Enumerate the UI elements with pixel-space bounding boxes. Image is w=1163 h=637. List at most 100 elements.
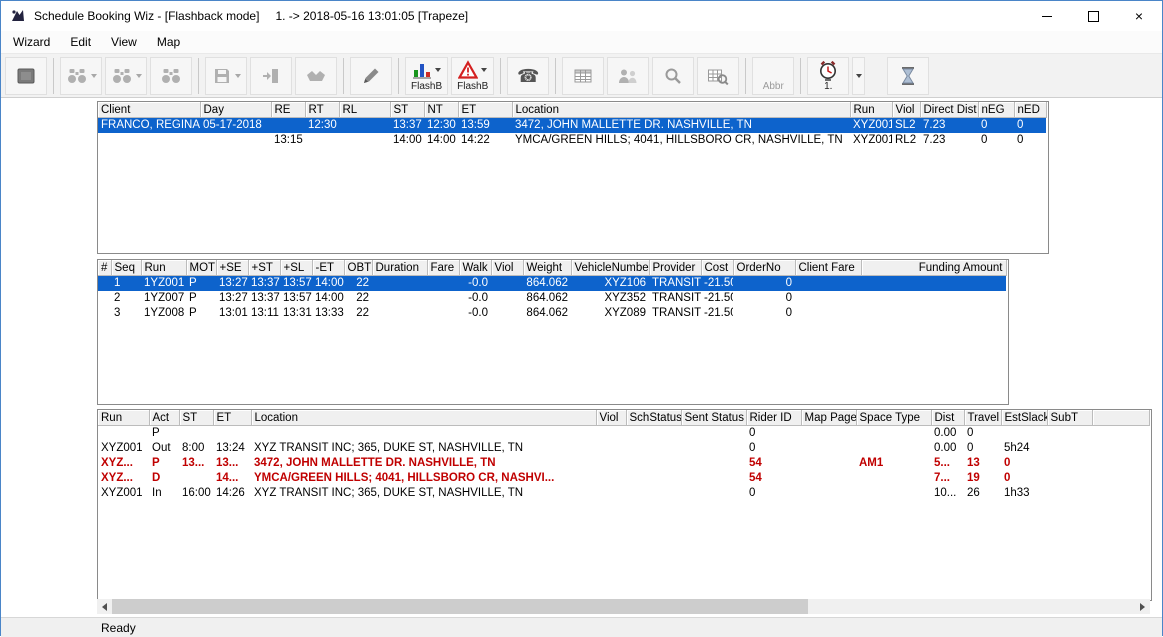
table-cell: 1YZ001 bbox=[141, 276, 186, 292]
zoom-button[interactable] bbox=[652, 57, 694, 95]
table-cell: 2 bbox=[111, 291, 141, 306]
column-header-vehiclenumber[interactable]: VehicleNumber bbox=[571, 260, 649, 276]
edit-button[interactable] bbox=[350, 57, 392, 95]
column-header-viol[interactable]: Viol bbox=[596, 410, 626, 426]
column-header-location[interactable]: Location bbox=[251, 410, 596, 426]
column-header-duration[interactable]: Duration bbox=[372, 260, 427, 276]
save-button[interactable] bbox=[205, 57, 247, 95]
menu-map[interactable]: Map bbox=[147, 32, 190, 52]
wizard-page-button[interactable] bbox=[5, 57, 47, 95]
phone-button[interactable]: ☎ bbox=[507, 57, 549, 95]
column-header-weight[interactable]: Weight bbox=[523, 260, 571, 276]
column-header-st[interactable]: ST bbox=[390, 102, 424, 118]
column-header-travel[interactable]: Travel bbox=[964, 410, 1001, 426]
column-header-mot[interactable]: MOT bbox=[186, 260, 216, 276]
riders-button[interactable] bbox=[607, 57, 649, 95]
schedule-grid-button[interactable] bbox=[562, 57, 604, 95]
column-header--et[interactable]: -ET bbox=[312, 260, 344, 276]
column-header-sent-status[interactable]: Sent Status bbox=[681, 410, 746, 426]
column-header-location[interactable]: Location bbox=[512, 102, 850, 118]
column-header-nt[interactable]: NT bbox=[424, 102, 458, 118]
column-header-run[interactable]: Run bbox=[141, 260, 186, 276]
titlebar[interactable]: Schedule Booking Wiz - [Flashback mode] … bbox=[1, 1, 1162, 31]
table-row[interactable]: FRANCO, REGINA05-17-201812:3013:3712:301… bbox=[98, 118, 1046, 134]
column-header-run[interactable]: Run bbox=[98, 410, 149, 426]
find-client-button[interactable] bbox=[60, 57, 102, 95]
find-booking-button[interactable] bbox=[105, 57, 147, 95]
column-header-cost[interactable]: Cost bbox=[701, 260, 733, 276]
column-header-walk[interactable]: Walk bbox=[459, 260, 491, 276]
column-header-et[interactable]: ET bbox=[213, 410, 251, 426]
column-header-rider-id[interactable]: Rider ID bbox=[746, 410, 801, 426]
column-header-neg[interactable]: nEG bbox=[978, 102, 1014, 118]
confirm-button[interactable] bbox=[295, 57, 337, 95]
scroll-right-button[interactable] bbox=[1135, 599, 1150, 614]
table-row[interactable]: P00.000 bbox=[98, 426, 1149, 442]
scrollbar-track[interactable] bbox=[112, 599, 1135, 614]
exit-button[interactable] bbox=[250, 57, 292, 95]
column-header-re[interactable]: RE bbox=[271, 102, 305, 118]
column-header-client-fare[interactable]: Client Fare bbox=[795, 260, 861, 276]
scrollbar-thumb[interactable] bbox=[112, 599, 808, 614]
table-row[interactable]: XYZ...P13...13...3472, JOHN MALLETTE DR.… bbox=[98, 456, 1149, 471]
column-header-st[interactable]: ST bbox=[179, 410, 213, 426]
column-header-rt[interactable]: RT bbox=[305, 102, 339, 118]
flashback-time-dropdown[interactable] bbox=[852, 57, 865, 95]
table-cell: 0 bbox=[1001, 456, 1047, 471]
column-header--se[interactable]: +SE bbox=[216, 260, 248, 276]
column-header-provider[interactable]: Provider bbox=[649, 260, 701, 276]
table-cell: 3 bbox=[111, 306, 141, 321]
column-header-ned[interactable]: nED bbox=[1014, 102, 1046, 118]
column-header-run[interactable]: Run bbox=[850, 102, 892, 118]
table-cell bbox=[1092, 426, 1149, 442]
abbr-button[interactable]: Abbr bbox=[752, 57, 794, 95]
maximize-button[interactable] bbox=[1070, 1, 1116, 31]
flashback-violations-button[interactable]: FlashB bbox=[451, 57, 494, 95]
column-header-space-type[interactable]: Space Type bbox=[856, 410, 931, 426]
table-row[interactable]: 11YZ001P13:2713:3713:5714:0022-0.0864.06… bbox=[98, 276, 1006, 292]
flashback-time-button[interactable]: 1. bbox=[807, 57, 849, 95]
column-header-obt[interactable]: OBT bbox=[344, 260, 372, 276]
column-header-rl[interactable]: RL bbox=[339, 102, 390, 118]
column-header--[interactable]: # bbox=[98, 260, 111, 276]
column-header-day[interactable]: Day bbox=[200, 102, 271, 118]
column-header-client[interactable]: Client bbox=[98, 102, 200, 118]
map-grid-button[interactable] bbox=[697, 57, 739, 95]
table-row[interactable]: 13:1514:0014:0014:22YMCA/GREEN HILLS; 40… bbox=[98, 133, 1046, 148]
column-header-orderno[interactable]: OrderNo bbox=[733, 260, 795, 276]
app-icon bbox=[10, 8, 26, 24]
column-header-viol[interactable]: Viol bbox=[491, 260, 523, 276]
column-header-act[interactable]: Act bbox=[149, 410, 179, 426]
table-row[interactable]: XYZ001In16:0014:26XYZ TRANSIT INC; 365, … bbox=[98, 486, 1149, 501]
menu-view[interactable]: View bbox=[101, 32, 147, 52]
menu-wizard[interactable]: Wizard bbox=[3, 32, 60, 52]
table-row[interactable]: XYZ001Out8:0013:24XYZ TRANSIT INC; 365, … bbox=[98, 441, 1149, 456]
dropdown-arrow-icon bbox=[235, 74, 241, 78]
column-header-estslack[interactable]: EstSlack bbox=[1001, 410, 1047, 426]
table-row[interactable]: XYZ...D14...YMCA/GREEN HILLS; 4041, HILL… bbox=[98, 471, 1149, 486]
table-cell: 13... bbox=[179, 456, 213, 471]
flashback-chart-button[interactable]: FlashB bbox=[405, 57, 448, 95]
column-header--st[interactable]: +ST bbox=[248, 260, 280, 276]
find-button[interactable] bbox=[150, 57, 192, 95]
menu-edit[interactable]: Edit bbox=[60, 32, 101, 52]
table-row[interactable]: 21YZ007P13:2713:3713:5714:0022-0.0864.06… bbox=[98, 291, 1006, 306]
column-header-dist[interactable]: Dist bbox=[931, 410, 964, 426]
hourglass-button[interactable] bbox=[887, 57, 929, 95]
minimize-button[interactable] bbox=[1024, 1, 1070, 31]
close-button[interactable]: × bbox=[1116, 1, 1162, 31]
column-header-funding-amount[interactable]: Funding Amount bbox=[861, 260, 1006, 276]
table-row[interactable]: 31YZ008P13:0113:1113:3113:3322-0.0864.06… bbox=[98, 306, 1006, 321]
column-header-schstatus[interactable]: SchStatus bbox=[626, 410, 681, 426]
column-header-fare[interactable]: Fare bbox=[427, 260, 459, 276]
scroll-left-button[interactable] bbox=[97, 599, 112, 614]
horizontal-scrollbar[interactable] bbox=[97, 599, 1150, 614]
column-header-seq[interactable]: Seq bbox=[111, 260, 141, 276]
column-header-subt[interactable]: SubT bbox=[1047, 410, 1092, 426]
column-header--sl[interactable]: +SL bbox=[280, 260, 312, 276]
column-header-direct-dist[interactable]: Direct Dist bbox=[920, 102, 978, 118]
table-cell bbox=[98, 306, 111, 321]
column-header-et[interactable]: ET bbox=[458, 102, 512, 118]
column-header-map-page[interactable]: Map Page bbox=[801, 410, 856, 426]
column-header-viol[interactable]: Viol bbox=[892, 102, 920, 118]
